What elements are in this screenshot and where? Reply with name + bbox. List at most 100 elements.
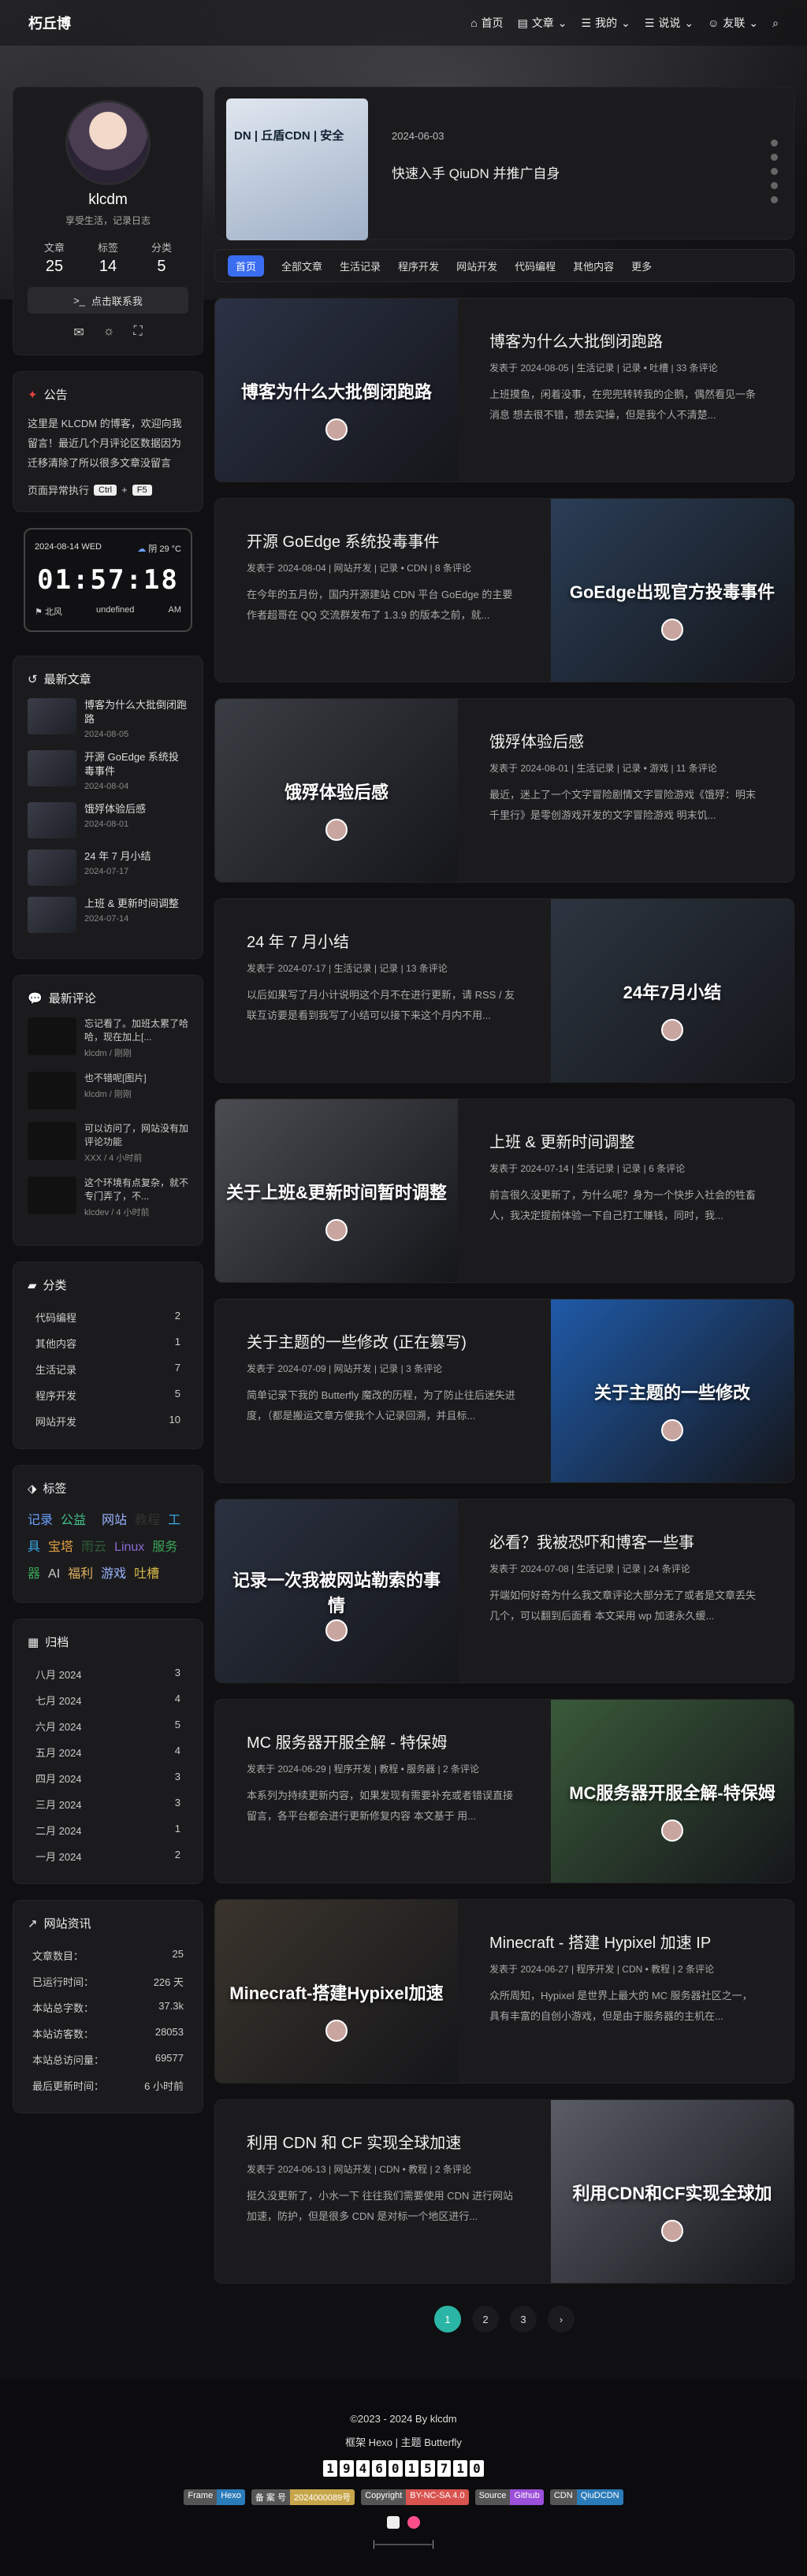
post-cover[interactable]: 博客为什么大批倒闭跑路 [215, 299, 458, 481]
search-icon[interactable]: ⌕ [772, 17, 779, 30]
post-card[interactable]: 关于主题的一些修改 (正在篡写) 发表于 2024-07-09 | 网站开发 | … [214, 1299, 794, 1483]
slider-dot[interactable] [771, 182, 778, 189]
post-title[interactable]: 必看？我被恐吓和博客一些事 [489, 1530, 762, 1552]
nav-item-links[interactable]: ☺ 友联 ⌄ [708, 15, 758, 31]
tag-item[interactable]: 宝塔 [48, 1541, 73, 1554]
post-cover[interactable]: 利用CDN和CF实现全球加 [551, 2100, 794, 2283]
post-cover[interactable]: GoEdge出现官方投毒事件 [551, 499, 794, 682]
tag-item[interactable]: 记录 [28, 1514, 53, 1527]
slider-dot[interactable] [771, 196, 778, 203]
slider-dot[interactable] [771, 168, 778, 175]
nav-item-articles[interactable]: ▤ 文章 ⌄ [518, 15, 567, 31]
category-tab-home[interactable]: 首页 [228, 255, 265, 277]
post-title[interactable]: 开源 GoEdge 系统投毒事件 [247, 529, 519, 552]
post-title[interactable]: 24 年 7 月小结 [247, 929, 519, 952]
site-brand[interactable]: 朽丘博 [28, 13, 71, 33]
post-title[interactable]: 饿殍体验后感 [489, 729, 762, 752]
stat-articles[interactable]: 文章 25 [44, 240, 65, 276]
tag-item[interactable]: AI [48, 1567, 60, 1581]
archive-item[interactable]: 七月 2024 4 [28, 1687, 188, 1713]
post-title[interactable]: 上班 & 更新时间调整 [489, 1129, 762, 1152]
archive-item[interactable]: 二月 2024 1 [28, 1817, 188, 1843]
post-title[interactable]: Minecraft - 搭建 Hypixel 加速 IP [489, 1930, 762, 1953]
footer-badge[interactable]: CDN QiuDCDN [549, 2489, 623, 2505]
heart-icon[interactable] [407, 2516, 420, 2529]
tag-item[interactable]: 吐槽 [134, 1567, 159, 1581]
post-title[interactable]: 博客为什么大批倒闭跑路 [489, 329, 762, 351]
post-cover[interactable]: 饿殍体验后感 [215, 699, 458, 882]
slider-dot[interactable] [771, 154, 778, 161]
nav-item-mine[interactable]: ☰ 我的 ⌄ [582, 15, 630, 31]
rss-icon[interactable]: ☼ [103, 325, 115, 340]
comment-item[interactable]: 可以访问了，网站没有加评论功能 XXX / 4 小时前 [28, 1122, 188, 1164]
comment-item[interactable]: 也不错呢[图片] klcdm / 刚刚 [28, 1072, 188, 1110]
category-item[interactable]: 生活记录 7 [28, 1356, 188, 1382]
sitemap-icon[interactable]: ⛶ [133, 325, 142, 340]
post-card[interactable]: 饿殍体验后感 饿殍体验后感 发表于 2024-08-01 | 生活记录 | 记录 •… [214, 698, 794, 883]
category-item[interactable]: 代码编程 2 [28, 1304, 188, 1330]
post-card[interactable]: 开源 GoEdge 系统投毒事件 发表于 2024-08-04 | 网站开发 | … [214, 498, 794, 682]
recent-post-item[interactable]: 24 年 7 月小结 2024-07-17 [28, 849, 188, 886]
tag-item[interactable]: 游戏 [101, 1567, 126, 1581]
post-card[interactable]: 记录一次我被网站勒索的事情 必看？我被恐吓和博客一些事 发表于 2024-07-08… [214, 1499, 794, 1683]
post-cover[interactable]: 记录一次我被网站勒索的事情 [215, 1500, 458, 1682]
tag-item[interactable]: Linux [114, 1541, 144, 1554]
archive-item[interactable]: 四月 2024 3 [28, 1765, 188, 1791]
post-card[interactable]: 关于上班&更新时间暂时调整 上班 & 更新时间调整 发表于 2024-07-14 |… [214, 1098, 794, 1283]
recent-post-item[interactable]: 饿殍体验后感 2024-08-01 [28, 802, 188, 838]
archive-item[interactable]: 六月 2024 5 [28, 1713, 188, 1739]
post-card[interactable]: 利用 CDN 和 CF 实现全球加速 发表于 2024-06-13 | 网站开发 … [214, 2099, 794, 2284]
post-cover[interactable]: 关于上班&更新时间暂时调整 [215, 1099, 458, 1282]
post-card[interactable]: Minecraft-搭建Hypixel加速 Minecraft - 搭建 Hypi… [214, 1899, 794, 2083]
tag-item[interactable]: 福利 [68, 1567, 93, 1581]
post-cover[interactable]: Minecraft-搭建Hypixel加速 [215, 1900, 458, 2083]
footer-badge[interactable]: Frame Hexo [184, 2489, 245, 2505]
archive-item[interactable]: 五月 2024 4 [28, 1739, 188, 1765]
nav-item-talk[interactable]: ☰ 说说 ⌄ [645, 15, 694, 31]
page-1[interactable]: 1 [434, 2306, 461, 2333]
category-item[interactable]: 网站开发 10 [28, 1408, 188, 1434]
category-tab[interactable]: 全部文章 [281, 258, 322, 273]
footer-badge[interactable]: Source Github [474, 2489, 544, 2505]
archive-item[interactable]: 三月 2024 3 [28, 1791, 188, 1817]
post-title[interactable]: 利用 CDN 和 CF 实现全球加速 [247, 2130, 519, 2153]
post-card[interactable]: 博客为什么大批倒闭跑路 博客为什么大批倒闭跑路 发表于 2024-08-05 | 生… [214, 298, 794, 482]
post-card[interactable]: MC 服务器开服全解 - 特保姆 发表于 2024-06-29 | 程序开发 | … [214, 1699, 794, 1883]
contact-button[interactable]: >_ 点击联系我 [28, 287, 188, 314]
comment-item[interactable]: 这个环境有点复杂，就不专门弄了，不... klcdev / 4 小时前 [28, 1176, 188, 1218]
tag-item[interactable]: 网站 [102, 1514, 127, 1527]
post-cover[interactable]: 24年7月小结 [551, 899, 794, 1082]
recent-post-item[interactable]: 博客为什么大批倒闭跑路 2024-08-05 [28, 698, 188, 739]
post-card[interactable]: 24 年 7 月小结 发表于 2024-07-17 | 生活记录 | 记录 | 1… [214, 898, 794, 1083]
tag-item[interactable]: 教程 [135, 1514, 160, 1527]
stat-categories[interactable]: 分类 5 [151, 240, 172, 276]
page-3[interactable]: 3 [510, 2306, 537, 2333]
archive-item[interactable]: 一月 2024 2 [28, 1843, 188, 1869]
mail-icon[interactable]: ✉ [73, 325, 84, 340]
category-item[interactable]: 程序开发 5 [28, 1382, 188, 1408]
image-icon[interactable] [387, 2516, 400, 2529]
stat-tags[interactable]: 标签 14 [98, 240, 118, 276]
post-cover[interactable]: 关于主题的一些修改 [551, 1299, 794, 1482]
page-2[interactable]: 2 [472, 2306, 499, 2333]
post-title[interactable]: 关于主题的一些修改 (正在篡写) [247, 1329, 519, 1352]
category-tab[interactable]: 其他内容 [573, 258, 614, 273]
nav-item-home[interactable]: ⌂ 首页 [470, 15, 503, 31]
comment-item[interactable]: 忘记看了。加班太累了哈哈，现在加上[... klcdm / 刚刚 [28, 1017, 188, 1059]
category-tab[interactable]: 代码编程 [515, 258, 556, 273]
category-tab[interactable]: 网站开发 [456, 258, 497, 273]
category-tab[interactable]: 生活记录 [340, 258, 381, 273]
recent-post-item[interactable]: 开源 GoEdge 系统投毒事件 2024-08-04 [28, 750, 188, 791]
post-title[interactable]: MC 服务器开服全解 - 特保姆 [247, 1730, 519, 1753]
category-tab[interactable]: 程序开发 [398, 258, 439, 273]
footer-badge[interactable]: Copyright BY-NC-SA 4.0 [361, 2489, 469, 2505]
category-item[interactable]: 其他内容 1 [28, 1330, 188, 1356]
tag-item[interactable]: 雨云 [81, 1541, 106, 1554]
pinned-post-slider[interactable]: DN | 丘盾CDN | 安全 2024-06-03 快速入手 QiuDN 并推… [214, 87, 794, 240]
archive-item[interactable]: 八月 2024 3 [28, 1661, 188, 1687]
tag-item[interactable]: 公益 [61, 1514, 86, 1527]
post-cover[interactable]: MC服务器开服全解-特保姆 [551, 1700, 794, 1883]
footer-badge[interactable]: 备 案 号 2024000089号 [251, 2489, 355, 2505]
next-page-button[interactable]: › [548, 2306, 575, 2333]
category-tab-more[interactable]: 更多 [631, 258, 652, 273]
